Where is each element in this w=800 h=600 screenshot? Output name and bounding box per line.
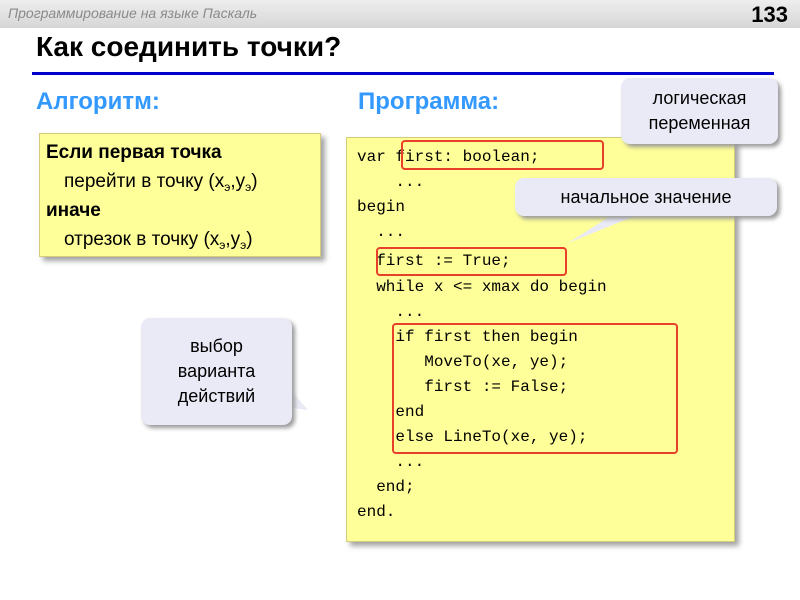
callout-text: выбор xyxy=(190,336,243,356)
coord-close: ) xyxy=(251,171,258,192)
algorithm-then-text: перейти в точку (x xyxy=(64,171,225,192)
algorithm-else-line: отрезок в точку (xэ,yэ) xyxy=(46,225,320,254)
initial-value-callout: начальное значение xyxy=(515,178,777,216)
slide-title: Как соединить точки? xyxy=(36,31,342,62)
declaration-highlight xyxy=(401,140,604,170)
coord-close: ) xyxy=(246,229,253,250)
callout-text: действий xyxy=(177,386,256,406)
course-title: Программирование на языке Паскаль xyxy=(8,5,258,21)
code-line: ... xyxy=(357,173,425,191)
algorithm-else-text: отрезок в точку (x xyxy=(64,229,220,250)
callout-tail xyxy=(568,210,650,243)
algorithm-if-line: Если первая точка xyxy=(46,142,222,163)
title-divider xyxy=(32,72,774,75)
code-line: begin xyxy=(357,198,406,216)
logical-variable-callout: логическая переменная xyxy=(621,78,778,144)
code-line: ... xyxy=(357,453,425,471)
code-line: ... xyxy=(357,303,425,321)
page-number: 133 xyxy=(751,2,788,27)
code-line: end; xyxy=(357,478,415,496)
code-line: end. xyxy=(357,503,396,521)
algorithm-box: Если первая точка перейти в точку (xэ,yэ… xyxy=(39,133,321,257)
code-line: ... xyxy=(357,223,406,241)
algorithm-else-keyword: иначе xyxy=(46,200,101,221)
algorithm-then-line: перейти в точку (xэ,yэ) xyxy=(46,167,320,196)
choice-callout: выбор варианта действий xyxy=(141,318,292,425)
program-heading: Программа: xyxy=(358,88,500,115)
algorithm-heading: Алгоритм: xyxy=(36,88,160,115)
code-line: while x <= xmax do begin xyxy=(357,278,607,296)
coord-separator: ,y xyxy=(225,229,241,250)
coord-separator: ,y xyxy=(230,171,246,192)
init-highlight xyxy=(376,247,567,276)
if-block-highlight xyxy=(392,323,678,454)
callout-text: переменная xyxy=(648,113,751,133)
callout-text: логическая xyxy=(652,88,747,108)
callout-text: варианта xyxy=(177,361,256,381)
